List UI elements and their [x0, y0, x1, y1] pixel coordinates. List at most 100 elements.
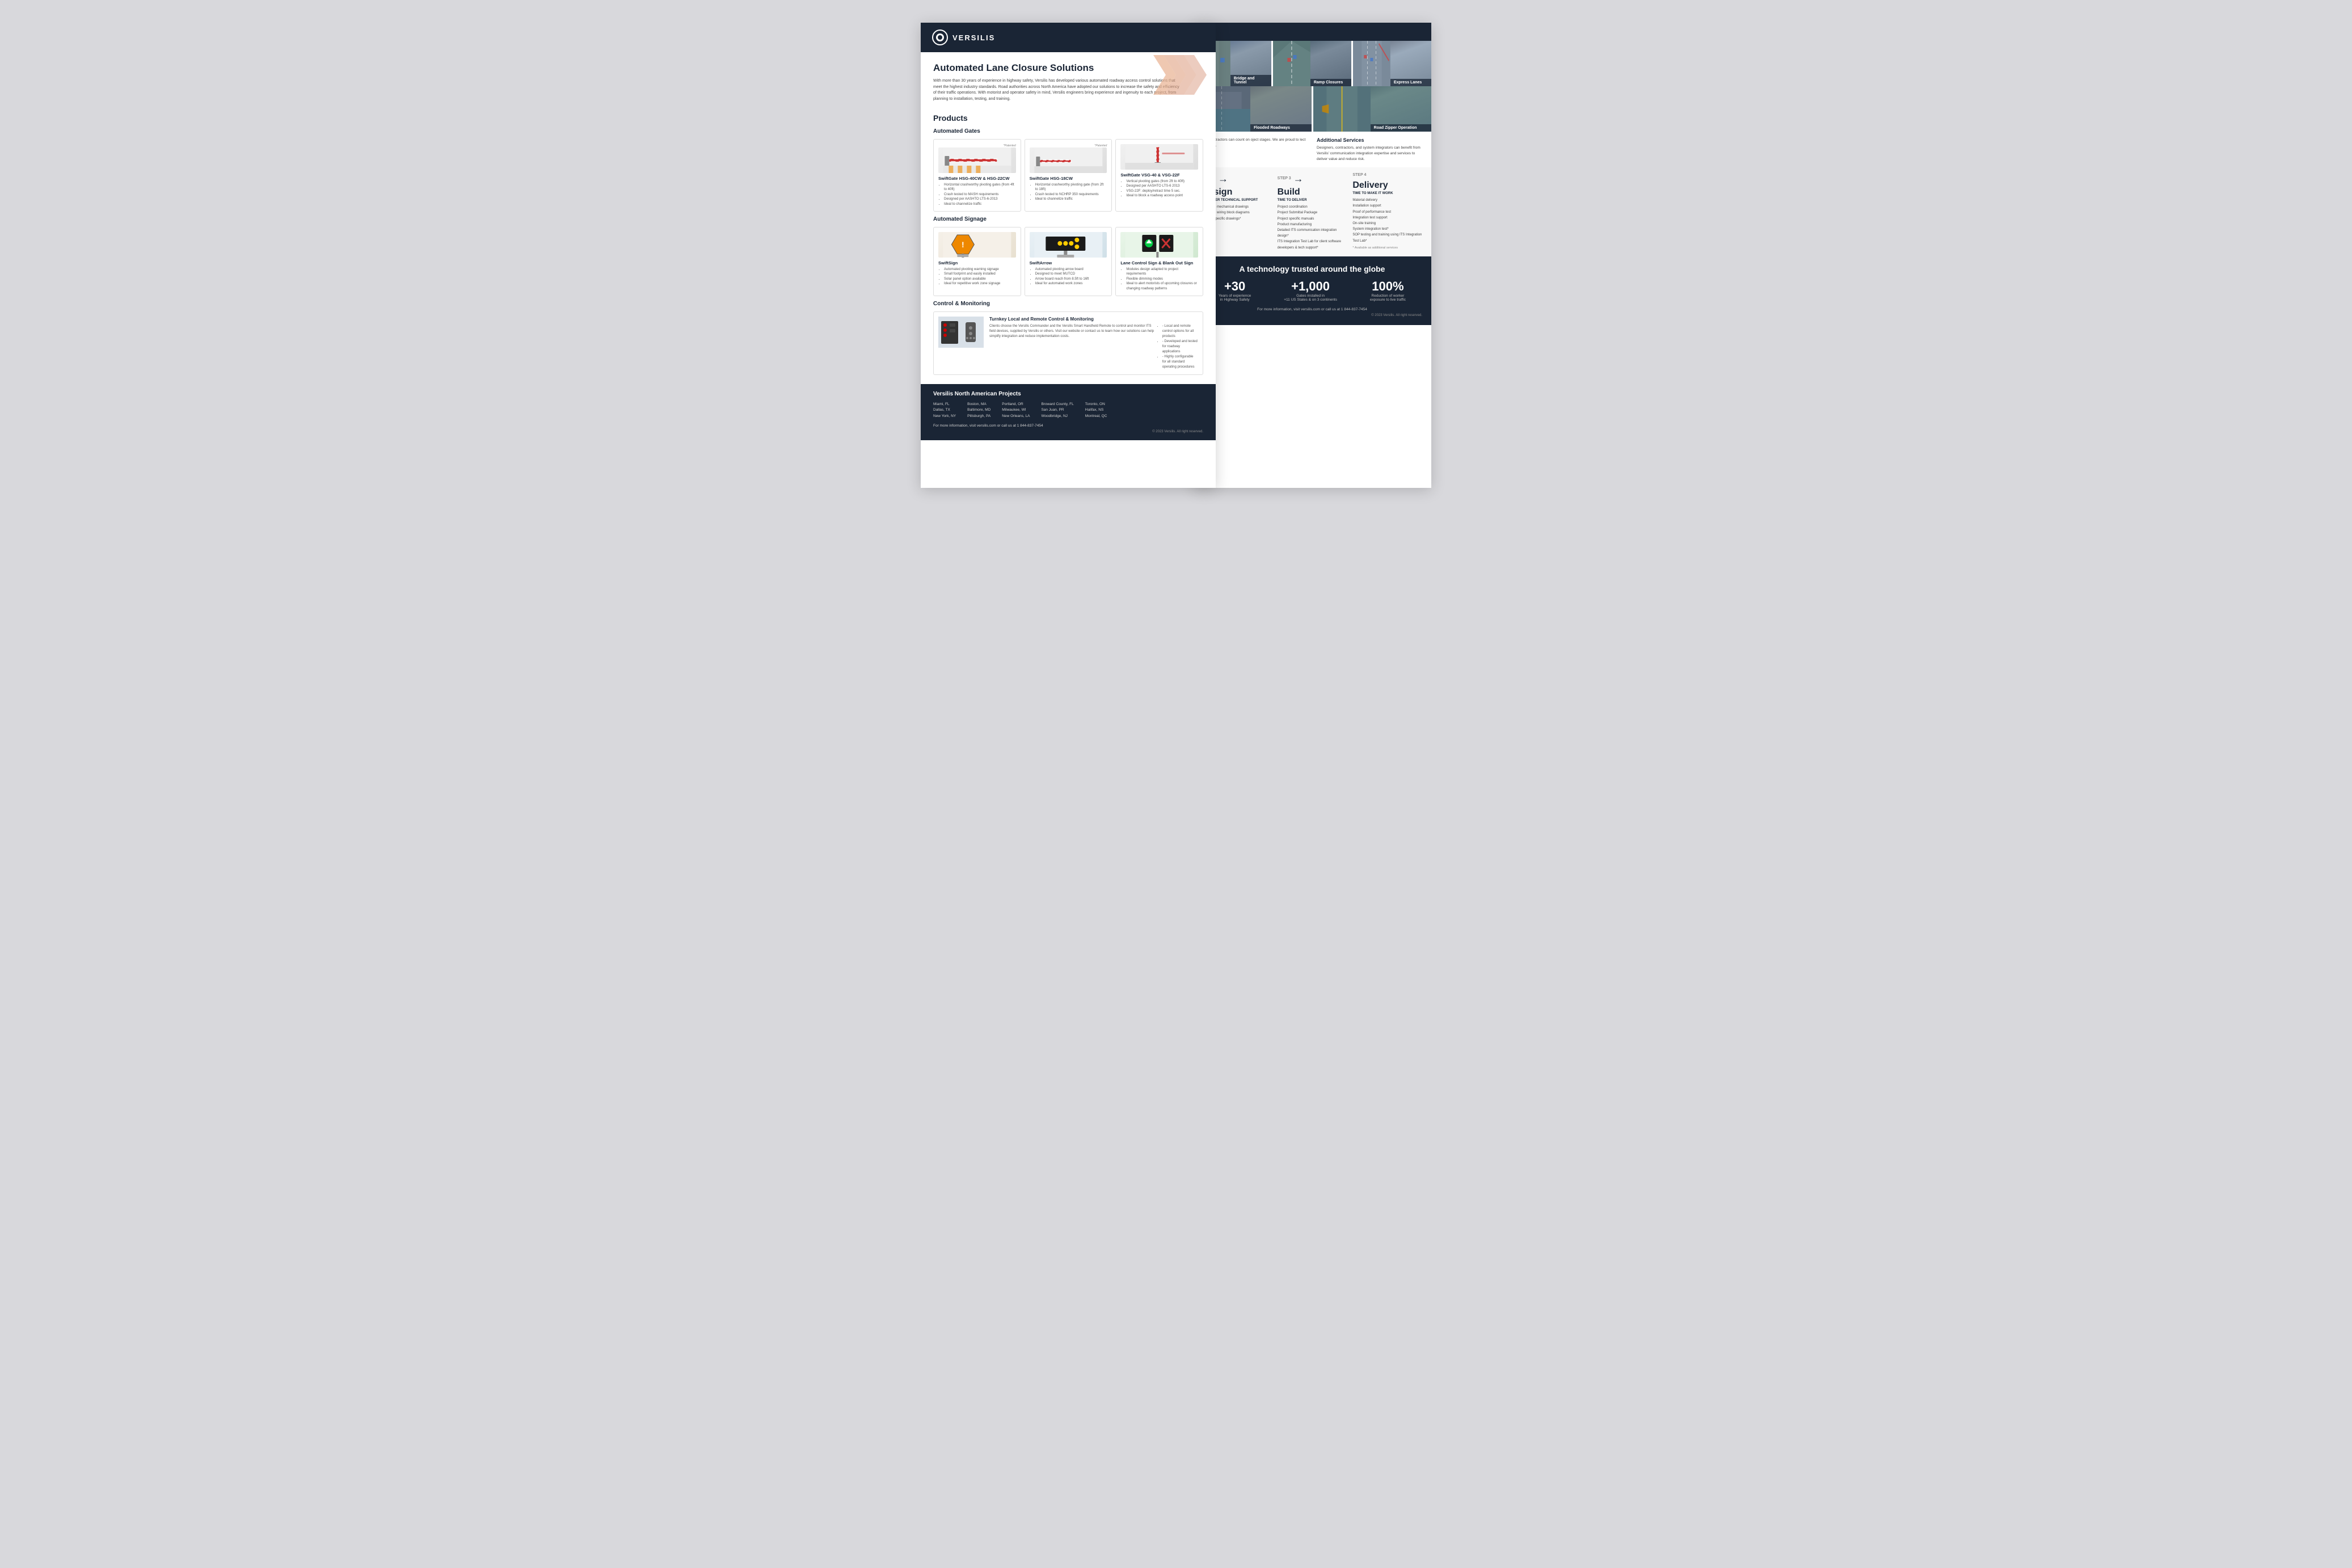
- stat-reduction-number: 100%: [1370, 279, 1406, 294]
- swiftsign-img: !: [938, 232, 1016, 258]
- card-swiftarrow-name: SwiftArrow: [1030, 260, 1107, 265]
- steps-row: STEP 2 → Design DESIGNER TECHNICAL SUPPO…: [1202, 173, 1422, 251]
- stat-gates-number: +1,000: [1284, 279, 1337, 294]
- step3-subtitle: TIME TO DELIVER: [1278, 199, 1347, 202]
- feature-3: Arrow board reach from 8.5ft to 16ft: [1035, 277, 1107, 281]
- hero-description: With more than 30 years of experience in…: [933, 78, 1183, 102]
- feature-1: Horizontal crashworthy pivoting gates (f…: [944, 183, 1016, 192]
- back-page: Bridge and Tunnel Ramp Closures: [1193, 23, 1431, 488]
- step4-item-6: System integration test*: [1352, 226, 1422, 232]
- feature-3: Ideal to alert motorists of upcoming clo…: [1126, 281, 1198, 291]
- back-footer-contact: For more information, visit versilis.com…: [1202, 307, 1422, 311]
- bullet-2: - Developed and tested for roadway appli…: [1162, 339, 1198, 355]
- control-card: Turnkey Local and Remote Control & Monit…: [933, 311, 1203, 375]
- city-1: Miami, FL: [933, 402, 956, 407]
- service-text-left: and contractors can count on oject stage…: [1202, 137, 1308, 149]
- back-footer: A technology trusted around the globe +3…: [1193, 256, 1431, 325]
- control-bullets: - Local and remote control options for a…: [1162, 324, 1198, 370]
- stat-years: +30 Years of experiencein Highway Safety: [1219, 279, 1251, 302]
- card-swiftarrow-features: Automated pivoting arrow board Designed …: [1030, 267, 1107, 286]
- service-col-right: Additional Services Designers, contracto…: [1317, 137, 1422, 162]
- gates-grid: *Patented: [921, 137, 1216, 214]
- step4-label: STEP 4: [1352, 173, 1366, 177]
- bullet-1: - Local and remote control options for a…: [1162, 324, 1198, 339]
- card-lane-control-name: Lane Control Sign & Blank Out Sign: [1120, 260, 1198, 265]
- step-build: STEP 3 → Build TIME TO DELIVER Project c…: [1278, 173, 1347, 251]
- city-13: Toronto, ON: [1085, 402, 1107, 407]
- products-section-title: Products: [921, 108, 1216, 126]
- tile-label-express: Express Lanes: [1390, 79, 1431, 86]
- card-lane-control-features: Modules design adapted to project requir…: [1120, 267, 1198, 291]
- feature-1: Automated pivoting warning signage: [944, 267, 1016, 272]
- control-monitoring-title: Control & Monitoring: [921, 298, 1216, 309]
- product-card-hsg40cw: *Patented: [933, 139, 1021, 212]
- city-9: New Orleans, LA: [1002, 414, 1030, 419]
- city-12: Woodbridge, NJ: [1041, 414, 1073, 419]
- city-col-4: Broward County, FL San Juan, PR Woodbrid…: [1041, 402, 1073, 419]
- step3-item-1: Project coordination: [1278, 204, 1347, 210]
- additional-services-title: Additional Services: [1317, 137, 1422, 143]
- automated-gates-title: Automated Gates: [921, 126, 1216, 137]
- step4-item-3: Proof of performance test: [1352, 209, 1422, 215]
- product-card-swiftarrow: SwiftArrow Automated pivoting arrow boar…: [1025, 227, 1112, 296]
- lane-control-img: [1120, 232, 1198, 258]
- svg-text:!: !: [962, 240, 964, 249]
- feature-3: VSG-22F: deploy/retract time 5 sec.: [1126, 189, 1198, 193]
- city-col-1: Miami, FL Dallas, TX New York, NY: [933, 402, 956, 419]
- stat-reduction: 100% Reduction of workerexposure to live…: [1370, 279, 1406, 302]
- step4-item-2: Installation support: [1352, 203, 1422, 209]
- footer-title: Versilis North American Projects: [933, 391, 1203, 397]
- card-hsg18cw-features: Horizontal crashworthy pivoting gate (fr…: [1030, 183, 1107, 202]
- footer-cities: Miami, FL Dallas, TX New York, NY Boston…: [933, 402, 1203, 419]
- feature-3: Solar panel option available: [944, 277, 1016, 281]
- card-swiftsign-name: SwiftSign: [938, 260, 1016, 265]
- step-delivery: STEP 4 Delivery TIME TO MAKE IT WORK Mat…: [1352, 173, 1422, 251]
- service-col-left: and contractors can count on oject stage…: [1202, 137, 1308, 162]
- control-card-desc: Clients choose the Versilis Commander an…: [989, 324, 1157, 370]
- additional-services-desc: Designers, contractors, and system integ…: [1317, 145, 1422, 162]
- swiftarrow-img: [1030, 232, 1107, 258]
- steps-note: * Available as additional services: [1352, 246, 1422, 250]
- step4-title: Delivery: [1352, 180, 1422, 191]
- road-zipper-img: Road Zipper Operation: [1313, 86, 1432, 132]
- city-10: Broward County, FL: [1041, 402, 1073, 407]
- back-header: [1193, 23, 1431, 41]
- front-header: VERSILIS: [921, 23, 1216, 52]
- back-footer-tagline: A technology trusted around the globe: [1202, 264, 1422, 273]
- step3-item-6: ITS Integration Test Lab for client soft…: [1278, 239, 1347, 250]
- product-card-hsg18cw: *Patented SwiftGate HSG-18CW Horizontal …: [1025, 139, 1112, 212]
- city-5: Baltimore, MD: [967, 407, 990, 413]
- feature-1: Modules design adapted to project requir…: [1126, 267, 1198, 277]
- tile-label-flooded: Flooded Roadways: [1250, 124, 1311, 132]
- card-hsg40cw-name: SwiftGate HSG-40CW & HSG-22CW: [938, 176, 1016, 181]
- control-card-content: Turnkey Local and Remote Control & Monit…: [989, 317, 1198, 370]
- feature-1: Automated pivoting arrow board: [1035, 267, 1107, 272]
- footer-copyright: © 2023 Versilis. All right reserved.: [933, 430, 1203, 433]
- city-11: San Juan, PR: [1041, 407, 1073, 413]
- city-14: Halifax, NS: [1085, 407, 1107, 413]
- city-15: Montreal, QC: [1085, 414, 1107, 419]
- feature-2: Flexible dimming modes: [1126, 277, 1198, 281]
- step3-title: Build: [1278, 187, 1347, 197]
- step3-item-2: Project Submittal Package: [1278, 210, 1347, 216]
- feature-2: Designed to meet MUTCD: [1035, 272, 1107, 276]
- back-footer-copy: © 2023 Versilis. All right reserved.: [1202, 314, 1422, 317]
- hero-chevrons-decoration: [1148, 52, 1216, 98]
- feature-3: Designed per AASHTO LTS-6-2013: [944, 197, 1016, 201]
- bullet-3: - Highly configurable for all standard o…: [1162, 355, 1198, 370]
- back-services-row: and contractors can count on oject stage…: [1202, 137, 1422, 162]
- feature-2: Crash tested to MASH requirements: [944, 192, 1016, 197]
- product-card-swiftsign: ! SwiftSign Automated pivoting warning s…: [933, 227, 1021, 296]
- gate-vsg40-img: [1120, 144, 1198, 170]
- city-7: Portland, OR: [1002, 402, 1030, 407]
- feature-4: Ideal to channelize traffic: [944, 202, 1016, 206]
- feature-4: Ideal to block a roadway access point: [1126, 193, 1198, 198]
- product-card-lane-control: Lane Control Sign & Blank Out Sign Modul…: [1115, 227, 1203, 296]
- stat-gates: +1,000 Gates installed in+11 US States &…: [1284, 279, 1337, 302]
- step4-items: Material delivery Installation support P…: [1352, 197, 1422, 244]
- city-col-3: Portland, OR Milwaukee, WI New Orleans, …: [1002, 402, 1030, 419]
- step4-subtitle: TIME TO MAKE IT WORK: [1352, 192, 1422, 195]
- steps-section: STEP 2 → Design DESIGNER TECHNICAL SUPPO…: [1193, 167, 1431, 256]
- gate-hsg40cw-img: [938, 147, 1016, 173]
- control-section: Turnkey Local and Remote Control & Monit…: [921, 309, 1216, 377]
